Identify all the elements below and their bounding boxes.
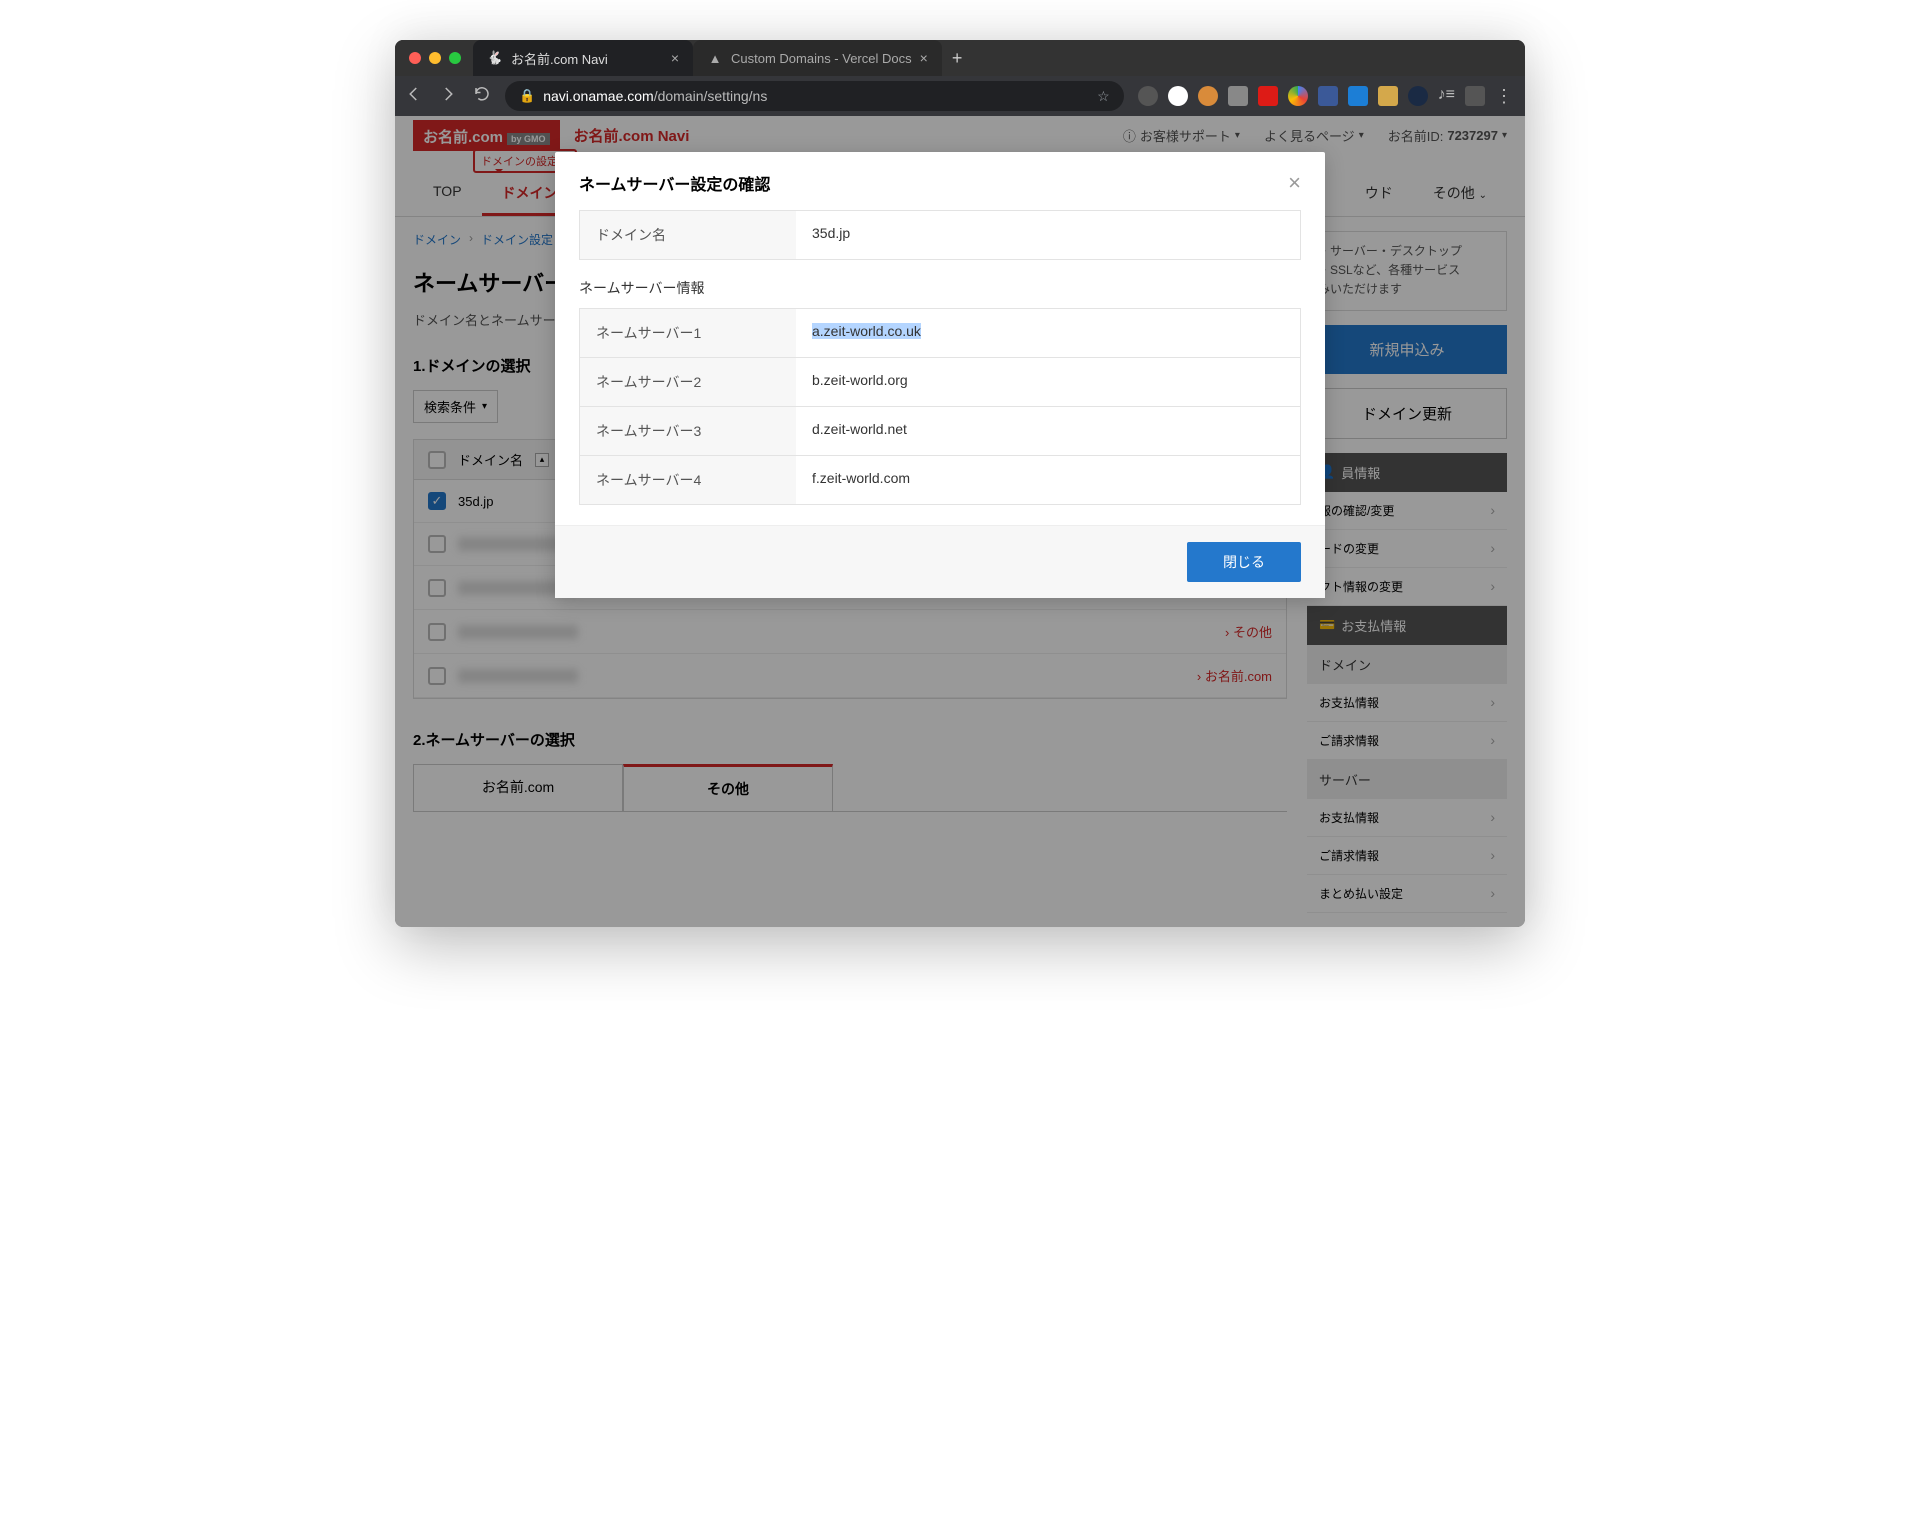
ext-icon[interactable] bbox=[1318, 86, 1338, 106]
url-bar[interactable]: 🔒 navi.onamae.com/domain/setting/ns ☆ bbox=[505, 81, 1124, 111]
nameserver-info-heading: ネームサーバー情報 bbox=[579, 278, 1301, 298]
ext-icon[interactable] bbox=[1408, 86, 1428, 106]
nameserver-value: d.zeit-world.net bbox=[796, 407, 1300, 455]
domain-name-value: 35d.jp bbox=[796, 211, 1300, 259]
browser-window: 🐇 お名前.com Navi × ▲ Custom Domains - Verc… bbox=[395, 40, 1525, 927]
reload-icon[interactable] bbox=[473, 85, 491, 108]
nameserver-value: f.zeit-world.com bbox=[796, 456, 1300, 504]
ext-icon[interactable] bbox=[1378, 86, 1398, 106]
tab-title: Custom Domains - Vercel Docs bbox=[731, 51, 912, 66]
modal-title: ネームサーバー設定の確認 bbox=[579, 171, 770, 195]
ext-icon[interactable] bbox=[1258, 86, 1278, 106]
nameserver-value: b.zeit-world.org bbox=[796, 358, 1300, 406]
back-icon[interactable] bbox=[405, 85, 423, 108]
browser-tab-inactive[interactable]: ▲ Custom Domains - Vercel Docs × bbox=[693, 40, 942, 76]
tab-close-icon[interactable]: × bbox=[671, 50, 679, 66]
modal-close-button[interactable]: 閉じる bbox=[1187, 542, 1301, 582]
ext-icon[interactable] bbox=[1138, 86, 1158, 106]
profile-avatar[interactable] bbox=[1465, 86, 1485, 106]
lock-icon: 🔒 bbox=[519, 88, 535, 104]
ext-icon[interactable] bbox=[1228, 86, 1248, 106]
window-maximize-icon[interactable] bbox=[449, 52, 461, 64]
nameserver-label: ネームサーバー3 bbox=[580, 407, 796, 455]
nameserver-table: ネームサーバー1a.zeit-world.co.ukネームサーバー2b.zeit… bbox=[579, 308, 1301, 505]
forward-icon[interactable] bbox=[439, 85, 457, 108]
nameserver-label: ネームサーバー1 bbox=[580, 309, 796, 357]
nameserver-label: ネームサーバー2 bbox=[580, 358, 796, 406]
titlebar: 🐇 お名前.com Navi × ▲ Custom Domains - Verc… bbox=[395, 40, 1525, 76]
nameserver-label: ネームサーバー4 bbox=[580, 456, 796, 504]
tab-favicon-icon: 🐇 bbox=[487, 50, 503, 66]
media-icon[interactable]: ♪≡ bbox=[1438, 86, 1455, 106]
tab-close-icon[interactable]: × bbox=[920, 50, 928, 66]
domain-info-table: ドメイン名 35d.jp bbox=[579, 210, 1301, 260]
window-close-icon[interactable] bbox=[409, 52, 421, 64]
ext-icon[interactable] bbox=[1348, 86, 1368, 106]
tab-title: お名前.com Navi bbox=[511, 49, 608, 68]
traffic-lights bbox=[409, 52, 461, 64]
page-content: お名前.comby GMO お名前.com Navi ⓘ お客様サポート ▾ よ… bbox=[395, 116, 1525, 927]
tab-favicon-icon: ▲ bbox=[707, 50, 723, 66]
browser-tabs: 🐇 お名前.com Navi × ▲ Custom Domains - Verc… bbox=[473, 40, 972, 76]
browser-toolbar: 🔒 navi.onamae.com/domain/setting/ns ☆ ♪≡… bbox=[395, 76, 1525, 116]
bookmark-star-icon[interactable]: ☆ bbox=[1097, 88, 1110, 105]
new-tab-button[interactable]: + bbox=[942, 40, 973, 76]
nameserver-value: a.zeit-world.co.uk bbox=[796, 309, 1300, 357]
nameserver-confirm-modal: ネームサーバー設定の確認 × ドメイン名 35d.jp ネームサーバー情報 ネー… bbox=[555, 152, 1325, 598]
menu-icon[interactable]: ⋮ bbox=[1495, 86, 1515, 106]
ext-icon[interactable] bbox=[1198, 86, 1218, 106]
ext-icon[interactable] bbox=[1288, 86, 1308, 106]
modal-close-icon[interactable]: × bbox=[1288, 170, 1301, 196]
browser-tab-active[interactable]: 🐇 お名前.com Navi × bbox=[473, 40, 693, 76]
extension-icons: ♪≡ ⋮ bbox=[1138, 86, 1515, 106]
ext-icon[interactable] bbox=[1168, 86, 1188, 106]
domain-name-label: ドメイン名 bbox=[580, 211, 796, 259]
window-minimize-icon[interactable] bbox=[429, 52, 441, 64]
url-text: navi.onamae.com/domain/setting/ns bbox=[543, 88, 767, 104]
